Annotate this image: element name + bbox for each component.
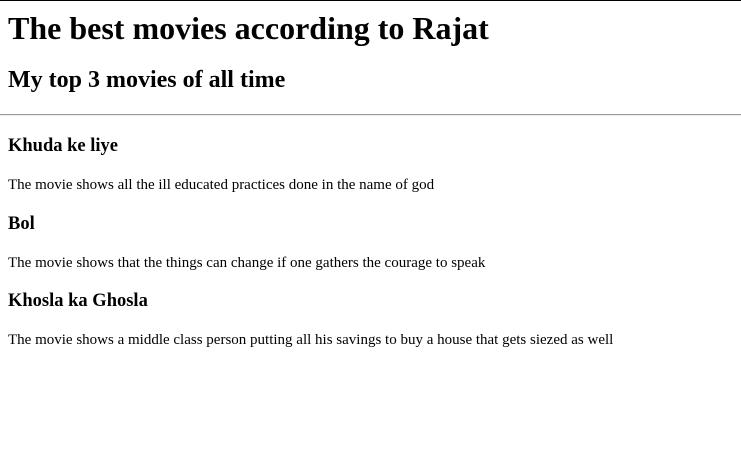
section-divider <box>0 114 741 116</box>
page-subtitle: My top 3 movies of all time <box>8 67 286 93</box>
movie-description-2: The movie shows that the things can chan… <box>8 255 486 271</box>
page-title: The best movies according to Rajat <box>8 10 489 46</box>
top-border <box>0 0 741 1</box>
movie-title-1: Khuda ke liye <box>8 136 118 156</box>
movie-description-3: The movie shows a middle class person pu… <box>8 332 614 348</box>
movie-title-3: Khosla ka Ghosla <box>8 291 148 311</box>
movie-description-1: The movie shows all the ill educated pra… <box>8 177 435 193</box>
movie-title-2: Bol <box>8 214 35 234</box>
